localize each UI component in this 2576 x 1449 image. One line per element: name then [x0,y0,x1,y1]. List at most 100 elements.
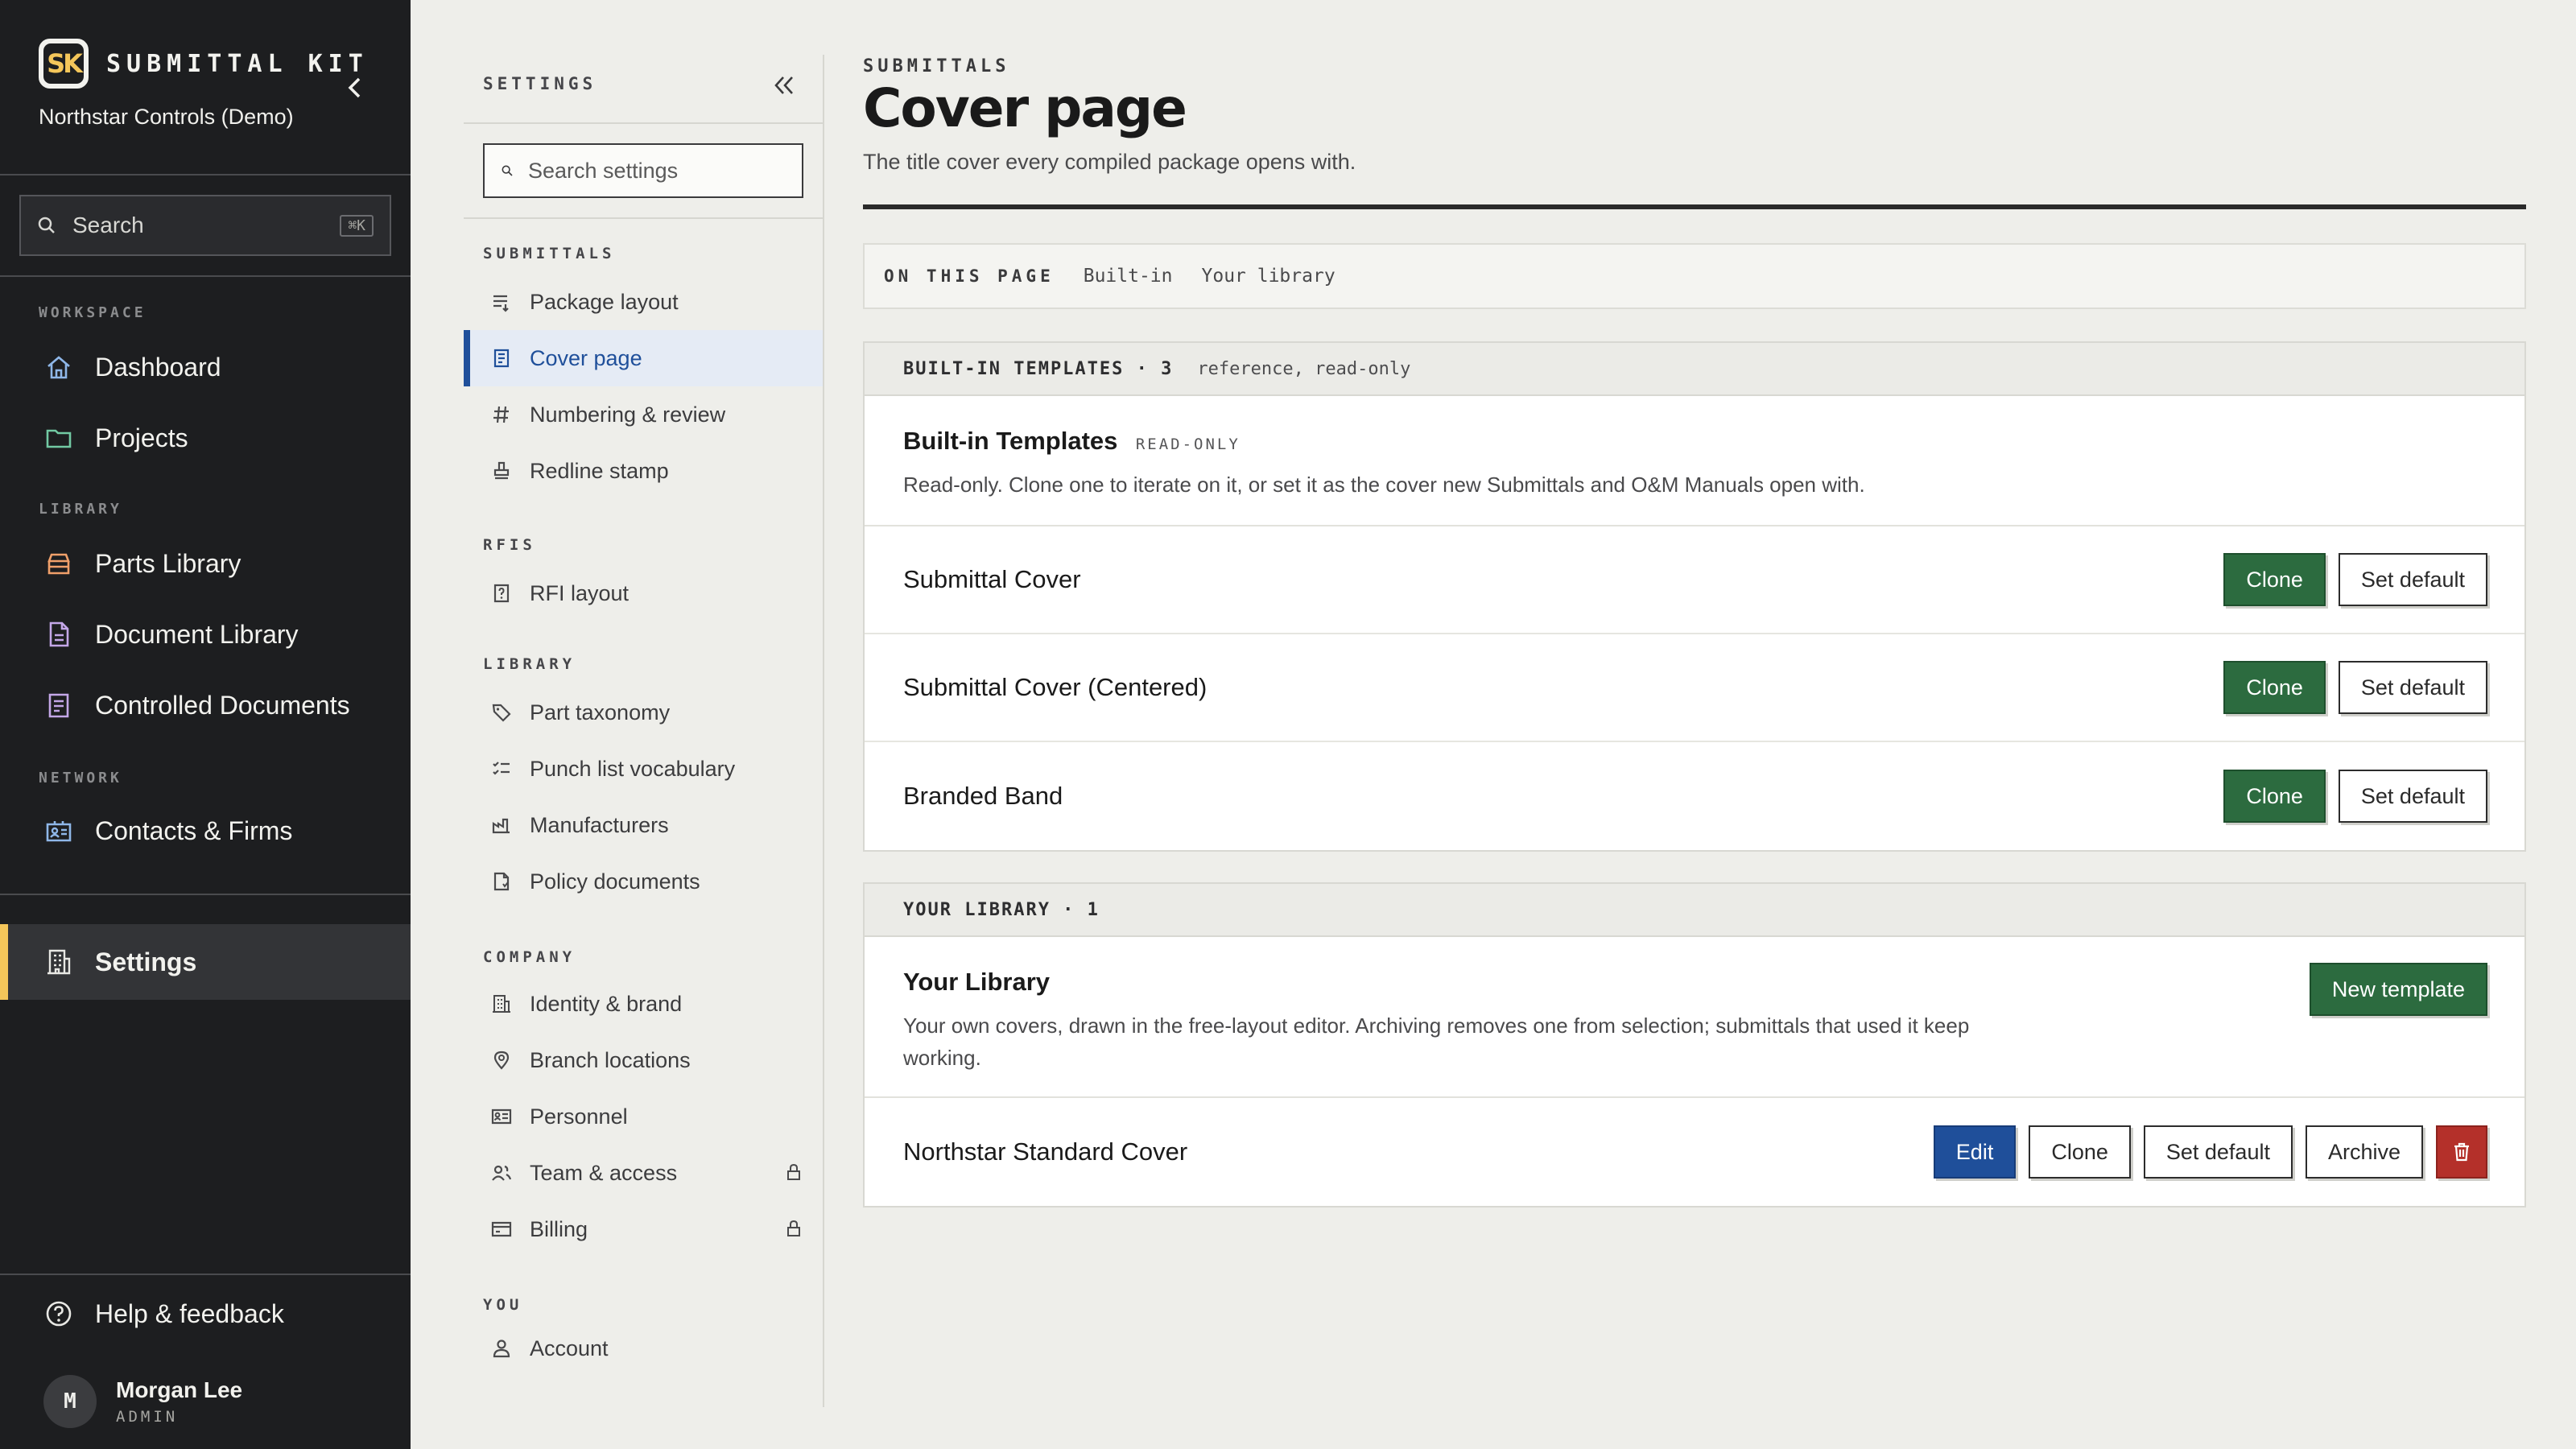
built-in-templates-panel: BUILT-IN TEMPLATES · 3 reference, read-o… [863,341,2526,852]
set-default-button[interactable]: Set default [2143,1125,2293,1179]
set-default-button[interactable]: Set default [2338,661,2487,714]
section-label-workspace: WORKSPACE [39,304,147,321]
title-rule [863,204,2526,209]
edit-button[interactable]: Edit [1933,1125,2017,1179]
settings-item-account[interactable]: Account [464,1320,823,1377]
collapse-settings-button[interactable] [768,69,800,101]
settings-item-label: Redline stamp [530,458,669,483]
delete-button[interactable] [2436,1125,2487,1179]
set-default-button[interactable]: Set default [2338,770,2487,823]
settings-item-cover-page[interactable]: Cover page [464,330,823,386]
template-name: Northstar Standard Cover [903,1137,1188,1166]
settings-search[interactable] [483,143,803,198]
trash-icon [2454,1142,2469,1162]
clone-button[interactable]: Clone [2223,770,2326,823]
settings-item-label: Manufacturers [530,812,669,837]
settings-item-policy-documents[interactable]: Policy documents [464,853,823,910]
nav-item-document-library[interactable]: Document Library [0,601,411,668]
settings-item-identity-brand[interactable]: Identity & brand [464,976,823,1032]
template-row: Submittal Cover Clone Set default [865,526,2524,634]
set-default-button[interactable]: Set default [2338,553,2487,606]
double-chevron-left-icon [774,76,793,94]
settings-item-part-taxonomy[interactable]: Part taxonomy [464,684,823,741]
clone-button[interactable]: Clone [2029,1125,2131,1179]
template-name: Branded Band [903,782,1063,810]
nav-label: Document Library [95,619,299,649]
settings-item-manufacturers[interactable]: Manufacturers [464,797,823,853]
settings-item-redline-stamp[interactable]: Redline stamp [464,443,823,499]
jump-link-built-in[interactable]: Built-in [1084,266,1173,287]
document-icon [49,621,69,647]
settings-item-personnel[interactable]: Personnel [464,1088,823,1145]
settings-item-billing[interactable]: Billing [464,1201,823,1257]
settings-section-rfis: RFIS [483,536,536,554]
clone-button[interactable]: Clone [2223,553,2326,606]
search-icon [502,165,513,176]
settings-item-label: Numbering & review [530,402,726,427]
page-eyebrow: SUBMITTALS [863,56,1010,76]
user-name: Morgan Lee [116,1377,243,1402]
panel-header-title: BUILT-IN TEMPLATES · 3 [903,358,1174,379]
logo: SK [39,39,89,89]
help-icon [46,1301,72,1327]
nav-item-controlled-documents[interactable]: Controlled Documents [0,671,411,739]
nav-label: Projects [95,423,188,452]
settings-section-library: LIBRARY [483,655,576,673]
archive-button[interactable]: Archive [2305,1125,2423,1179]
chevron-left-icon [348,77,361,98]
settings-item-label: Billing [530,1216,588,1241]
brand[interactable]: SK SUBMITTAL KIT [39,39,369,89]
nav-item-projects[interactable]: Projects [0,404,411,472]
jump-link-your-library[interactable]: Your library [1202,266,1335,287]
settings-item-rfi-layout[interactable]: RFI layout [464,565,823,621]
clone-button[interactable]: Clone [2223,661,2326,714]
contacts-icon [46,821,72,842]
settings-item-label: Team & access [530,1160,678,1185]
panel-description: Read-only. Clone one to iterate on it, o… [903,473,1865,497]
nav-item-contacts-firms[interactable]: Contacts & Firms [0,797,411,865]
divider [0,1274,411,1275]
logo-text: SK [43,43,84,84]
stamp-icon [493,461,510,480]
settings-item-team-access[interactable]: Team & access [464,1145,823,1201]
divider [464,217,823,219]
workspace-name[interactable]: Northstar Controls (Demo) [39,105,294,130]
nav-item-parts-library[interactable]: Parts Library [0,530,411,597]
nav-item-settings[interactable]: Settings [0,924,411,1000]
folder-icon [46,429,72,448]
section-label-network: NETWORK [39,770,122,786]
template-row: Northstar Standard Cover Edit Clone Set … [865,1098,2524,1206]
parts-box-icon [47,553,70,575]
template-name: Submittal Cover [903,565,1081,593]
settings-item-label: Part taxonomy [530,700,671,724]
settings-nav: SETTINGS SUBMITTALS Package layout Cover… [464,55,824,1407]
building-icon [493,995,510,1013]
users-icon [492,1165,512,1181]
credit-card-icon [491,1221,512,1237]
nav-label: Settings [95,947,197,976]
nav-item-dashboard[interactable]: Dashboard [0,333,411,401]
settings-item-numbering-review[interactable]: Numbering & review [464,386,823,443]
app-sidebar: SK SUBMITTAL KIT Northstar Controls (Dem… [0,0,411,1449]
new-template-button[interactable]: New template [2309,963,2487,1016]
search-icon [38,217,55,233]
divider [0,275,411,277]
read-only-badge: READ-ONLY [1135,436,1241,453]
panel-description: Your own covers, drawn in the free-layou… [903,1013,1970,1070]
global-search[interactable]: Search ⌘K [19,195,391,256]
settings-item-punch-list-vocabulary[interactable]: Punch list vocabulary [464,741,823,797]
settings-item-label: Package layout [530,289,679,314]
hash-icon [493,406,509,423]
nav-label: Controlled Documents [95,690,350,720]
help-feedback-link[interactable]: Help & feedback [0,1280,411,1348]
section-label-library: LIBRARY [39,501,122,518]
settings-item-label: Branch locations [530,1047,691,1072]
panel-header-note: reference, read-only [1197,358,1411,379]
settings-item-label: Account [530,1335,609,1360]
settings-item-branch-locations[interactable]: Branch locations [464,1032,823,1088]
settings-item-package-layout[interactable]: Package layout [464,274,823,330]
divider [464,122,823,124]
settings-search-input[interactable] [528,158,786,184]
user-menu[interactable]: M Morgan Lee ADMIN [43,1375,242,1428]
collapse-sidebar-button[interactable] [338,71,372,105]
